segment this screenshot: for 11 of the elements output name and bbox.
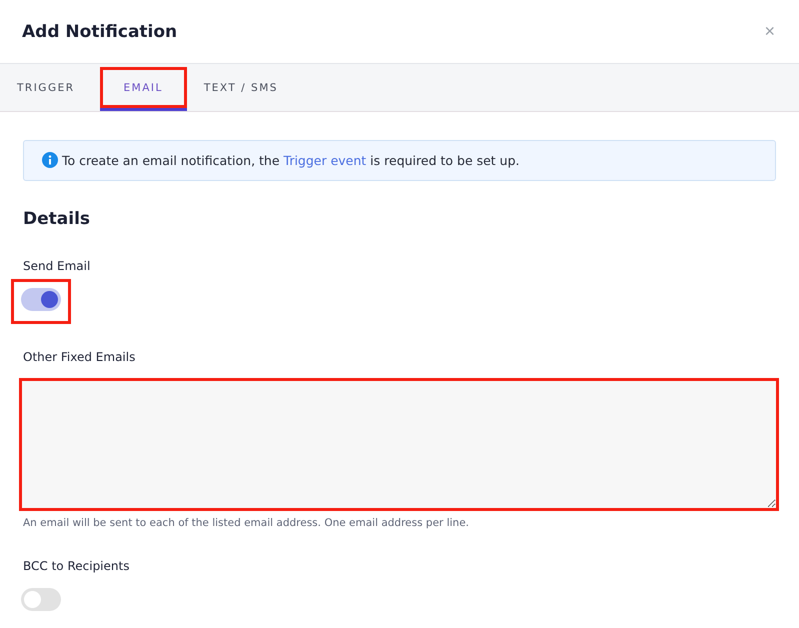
help-text: An email will be sent to each of the listed email address. One email address per line. (23, 517, 469, 529)
field-label: Other Fixed Emails (23, 350, 136, 364)
dialog-title: Add Notification (22, 22, 178, 42)
field-label: Send Email (23, 259, 90, 273)
field-label: BCC to Recipients (23, 559, 130, 573)
section-title: Details (23, 209, 92, 229)
tab[interactable]: TEXT / SMS (190, 67, 291, 111)
tab[interactable]: TRIGGER (4, 67, 88, 111)
tab[interactable]: EMAIL (100, 67, 187, 111)
trigger-event-link[interactable]: Trigger event (284, 152, 366, 168)
info-message: To create an email notification, the Trigger event is required to be set up. (62, 152, 520, 168)
